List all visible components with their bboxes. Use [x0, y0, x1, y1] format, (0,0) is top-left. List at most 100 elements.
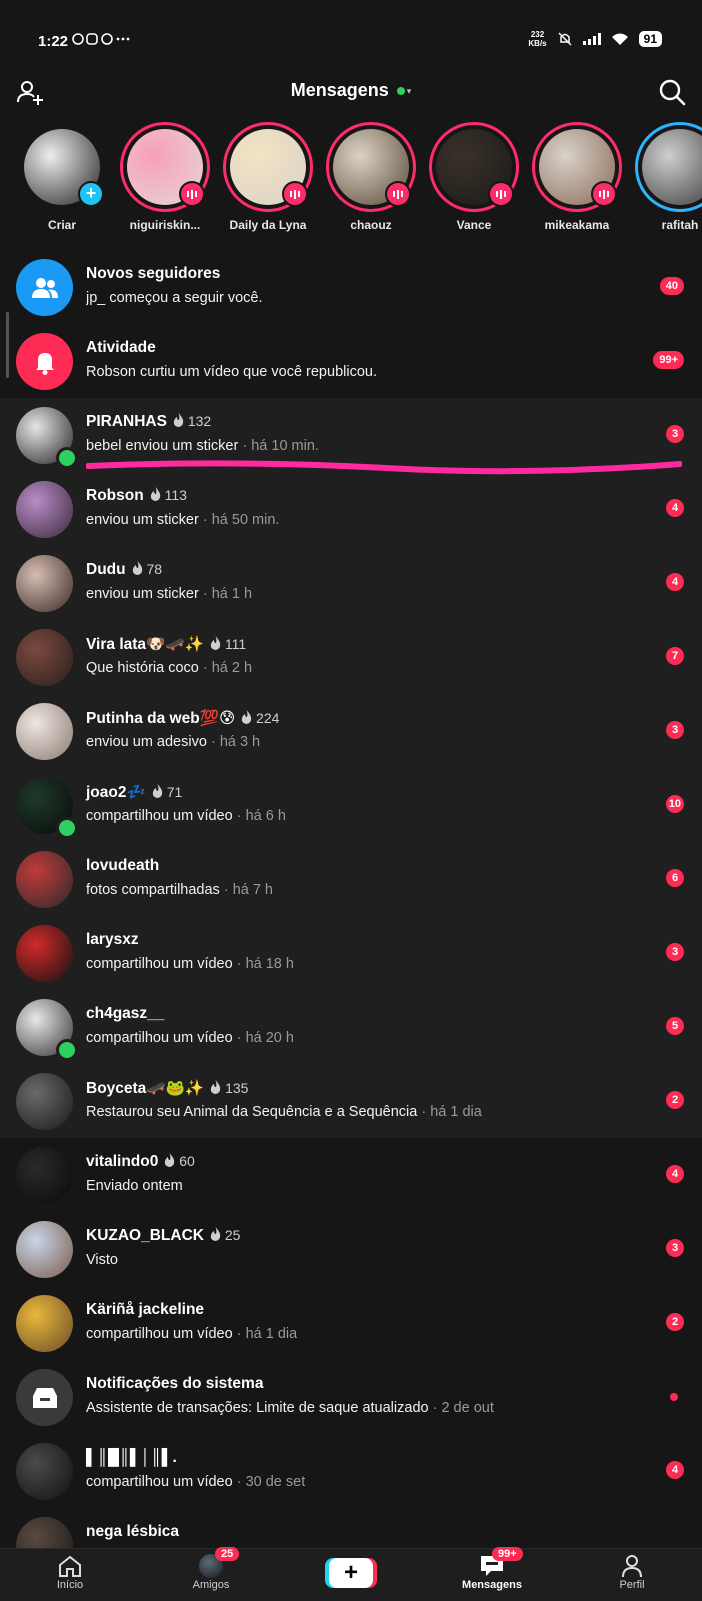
status-right: 232 KB/s 91: [528, 30, 662, 48]
conversation-preview: enviou um adesivo · há 3 h: [86, 734, 260, 750]
conversation-name-text: joao2💤: [86, 784, 146, 801]
create-button[interactable]: +: [329, 1558, 373, 1588]
unread-badge: 3: [666, 721, 684, 739]
story-name: mikeakama: [544, 218, 610, 232]
nav-profile[interactable]: Perfil: [592, 1553, 672, 1591]
online-status-dot: [56, 817, 78, 839]
message-time: 30 de set: [245, 1474, 306, 1490]
avatar: [16, 1073, 73, 1130]
avatar: [16, 1443, 73, 1500]
avatar: [16, 1147, 73, 1204]
conversation-preview: compartilhou um vídeo · há 6 h: [86, 808, 286, 824]
conversation-name: ch4gasz__: [86, 1005, 164, 1023]
row-subtitle: Robson curtiu um vídeo que você republic…: [86, 364, 377, 380]
unread-dot: [670, 1393, 678, 1401]
new-followers-row[interactable]: Novos seguidores jp_ começou a seguir voc…: [0, 250, 702, 324]
battery-indicator: 91: [638, 31, 662, 47]
separator-dot: ·: [198, 660, 212, 676]
conversation-name-text: Käriñå jackeline: [86, 1301, 205, 1318]
conversation-name: Robson 113: [86, 487, 187, 505]
conversation-row[interactable]: KUZAO_BLACK 25 Visto 3: [0, 1212, 702, 1286]
conversation-name-text: larysxz: [86, 931, 139, 948]
activity-row[interactable]: Atividade Robson curtiu um vídeo que você…: [0, 324, 702, 398]
conversation-preview: fotos compartilhadas · há 7 h: [86, 882, 273, 898]
unread-badge: 4: [666, 1461, 684, 1479]
conversation-row[interactable]: Boyceta🛹🐸✨ 135 Restaurou seu Animal da Se…: [0, 1064, 702, 1138]
conversation-row[interactable]: Putinha da web💯😰 224 enviou um adesivo · …: [0, 694, 702, 768]
conversation-name: Notificações do sistema: [86, 1375, 263, 1393]
conversation-row[interactable]: joao2💤 71 compartilhou um vídeo · há 6 h 1…: [0, 768, 702, 842]
streak-count: 78: [146, 561, 163, 577]
story-item[interactable]: + Criar: [14, 122, 110, 232]
story-name: Daily da Lyna: [229, 218, 307, 232]
streak-flame-icon: 60: [164, 1153, 195, 1169]
conversation-preview: compartilhou um vídeo · há 18 h: [86, 956, 294, 972]
story-ring: [532, 122, 622, 212]
conversation-row[interactable]: Notificações do sistema Assistente de tra…: [0, 1360, 702, 1434]
story-item[interactable]: Vance: [426, 122, 522, 232]
streak-count: 25: [224, 1227, 241, 1243]
last-message: Visto: [86, 1252, 118, 1268]
message-time: há 1 dia: [430, 1104, 482, 1120]
unread-badge: 3: [666, 943, 684, 961]
conversation-row[interactable]: Robson 113 enviou um sticker · há 50 min.…: [0, 472, 702, 546]
unread-badge: 3: [666, 425, 684, 443]
streak-flame-icon: 78: [132, 561, 162, 577]
conversation-name: Putinha da web💯😰 224: [86, 709, 279, 728]
conversation-name: ▌║█║▌│║▌.: [86, 1449, 177, 1467]
scroll-indicator: [6, 312, 9, 378]
story-item[interactable]: niguiriskin...: [117, 122, 213, 232]
avatar: [16, 1221, 73, 1278]
plus-icon[interactable]: +: [78, 181, 104, 207]
notification-icons: [72, 32, 136, 49]
streak-flame-icon: 224: [241, 710, 279, 726]
unread-badge: 7: [666, 647, 684, 665]
unread-badge: 10: [665, 795, 684, 813]
message-time: 2 de out: [441, 1400, 494, 1416]
mute-icon: [558, 32, 572, 46]
unread-badge: 4: [666, 499, 684, 517]
conversation-row[interactable]: ch4gasz__ compartilhou um vídeo · há 20 h…: [0, 990, 702, 1064]
friends-avatar-icon: [171, 1553, 251, 1579]
conversation-preview: Que história coco · há 2 h: [86, 660, 252, 676]
search-icon[interactable]: [658, 78, 686, 106]
conversation-row[interactable]: Käriñå jackeline compartilhou um vídeo · …: [0, 1286, 702, 1360]
story-item[interactable]: Daily da Lyna: [220, 122, 316, 232]
story-item[interactable]: rafitah: [632, 122, 702, 232]
last-message: enviou um adesivo: [86, 734, 207, 750]
row-subtitle: jp_ começou a seguir você.: [86, 290, 263, 306]
nav-home[interactable]: Início: [30, 1553, 110, 1591]
conversation-name: larysxz: [86, 931, 139, 949]
conversation-row[interactable]: ▌║█║▌│║▌. compartilhou um vídeo · 30 de s…: [0, 1434, 702, 1508]
avatar: [16, 925, 73, 982]
conversation-name-text: ▌║█║▌│║▌.: [86, 1449, 177, 1466]
nav-badge: 25: [215, 1547, 240, 1561]
story-ring: +: [17, 122, 107, 212]
separator-dot: ·: [232, 1326, 246, 1342]
last-message: compartilhou um vídeo: [86, 1326, 233, 1342]
nav-label: Perfil: [619, 1579, 645, 1591]
conversation-row[interactable]: vitalindo0 60 Enviado ontem 4: [0, 1138, 702, 1212]
story-item[interactable]: mikeakama: [529, 122, 625, 232]
nav-friends[interactable]: Amigos 25: [171, 1547, 251, 1591]
conversation-preview: Visto: [86, 1252, 118, 1268]
conversation-name: nega lésbica: [86, 1523, 179, 1541]
last-message: compartilhou um vídeo: [86, 808, 233, 824]
streak-flame-icon: 113: [150, 487, 187, 503]
last-message: compartilhou um vídeo: [86, 1474, 233, 1490]
nav-messages[interactable]: Mensagens 99+: [452, 1547, 532, 1591]
conversation-preview: enviou um sticker · há 50 min.: [86, 512, 279, 528]
conversation-row[interactable]: Dudu 78 enviou um sticker · há 1 h 4: [0, 546, 702, 620]
message-time: há 1 h: [211, 586, 253, 602]
conversation-row[interactable]: lovudeath fotos compartilhadas · há 7 h 6: [0, 842, 702, 916]
separator-dot: ·: [238, 438, 252, 454]
inbox-icon: [16, 1369, 73, 1426]
unread-badge: 2: [666, 1091, 684, 1109]
conversation-row[interactable]: larysxz compartilhou um vídeo · há 18 h 3: [0, 916, 702, 990]
story-item[interactable]: chaouz: [323, 122, 419, 232]
unread-badge: 4: [666, 1165, 684, 1183]
nav-label: Mensagens: [462, 1579, 522, 1591]
avatar: [16, 629, 73, 686]
page-title[interactable]: Mensagens ▾: [0, 80, 702, 101]
conversation-row[interactable]: Vira lata🐶🛹✨ 111 Que história coco · há 2…: [0, 620, 702, 694]
